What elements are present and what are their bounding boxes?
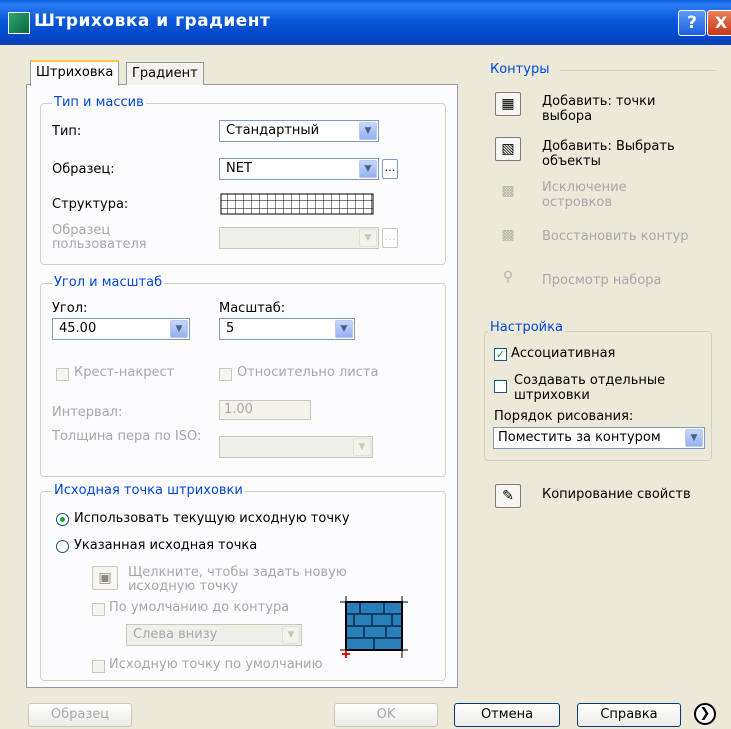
relative-paper-label: Относительно листа xyxy=(237,365,379,380)
spacing-input[interactable]: 1.00 xyxy=(219,400,311,420)
recreate-boundary-icon: ▩ xyxy=(501,227,515,243)
angle-scale-title: Угол и масштаб xyxy=(52,275,165,290)
chevron-down-icon: ▼ xyxy=(359,229,377,247)
specified-origin-label: Указанная исходная точка xyxy=(74,538,258,553)
pattern-combo[interactable]: NET ▼ xyxy=(219,158,379,180)
hatch-swatch-icon xyxy=(219,192,375,216)
recreate-boundary-label: Восстановить контур xyxy=(542,229,689,244)
double-label: Крест-накрест xyxy=(74,365,175,380)
ok-button[interactable]: OK xyxy=(334,703,438,727)
add-pick-points-button[interactable]: ▦ xyxy=(495,92,521,116)
inherit-properties-label: Копирование свойств xyxy=(542,487,691,502)
pattern-label: Образец: xyxy=(52,162,115,177)
type-label: Тип: xyxy=(52,124,82,139)
view-selections-button[interactable]: ⚲ xyxy=(495,266,521,290)
relative-paper-checkbox[interactable] xyxy=(219,368,232,381)
select-objects-icon: ▧ xyxy=(501,141,515,157)
close-button[interactable]: X xyxy=(707,10,731,36)
custom-pattern-label: Образец пользователя xyxy=(52,223,147,252)
origin-title: Исходная точка штриховки xyxy=(52,483,245,498)
chevron-down-icon: ▼ xyxy=(353,438,371,456)
associative-label: Ассоциативная xyxy=(511,346,616,361)
options-title: Настройка xyxy=(488,320,565,335)
draw-order-label: Порядок рисования: xyxy=(494,409,634,424)
store-default-origin-label: Исходную точку по умолчанию xyxy=(109,657,323,672)
remove-islands-icon: ▩ xyxy=(501,183,515,199)
custom-browse-button[interactable]: … xyxy=(382,228,398,248)
help-title-button[interactable]: ? xyxy=(678,10,706,36)
more-options-button[interactable]: ❯ xyxy=(694,703,716,725)
chevron-down-icon[interactable]: ▼ xyxy=(685,429,703,447)
chevron-down-icon[interactable]: ▼ xyxy=(359,160,377,178)
click-set-origin-label: Щелкните, чтобы задать новую исходную то… xyxy=(128,565,347,594)
inherit-properties-icon: ✎ xyxy=(502,488,514,504)
origin-preview xyxy=(340,596,408,658)
chevron-down-icon[interactable]: ▼ xyxy=(335,320,353,338)
boundaries-title: Контуры xyxy=(488,62,552,77)
draw-order-combo[interactable]: Поместить за контуром ▼ xyxy=(493,427,705,449)
structure-label: Структура: xyxy=(52,197,129,212)
remove-islands-label: Исключение островков xyxy=(542,180,627,210)
chevron-down-icon[interactable]: ▼ xyxy=(359,122,377,140)
separate-hatches-label: Создавать отдельные штриховки xyxy=(514,373,666,403)
spacing-label: Интервал: xyxy=(52,405,123,420)
origin-position-combo[interactable]: Слева внизу ▼ xyxy=(126,624,302,646)
use-current-origin-radio[interactable] xyxy=(56,513,69,526)
associative-checkbox[interactable]: ✓ xyxy=(494,348,507,361)
pattern-swatch[interactable] xyxy=(219,192,375,216)
specified-origin-radio[interactable] xyxy=(56,540,69,553)
recreate-boundary-button[interactable]: ▩ xyxy=(495,224,521,248)
add-select-objects-button[interactable]: ▧ xyxy=(495,137,521,161)
magnifier-icon: ⚲ xyxy=(502,269,514,285)
pick-point-icon: ▣ xyxy=(98,570,112,586)
angle-combo[interactable]: 45.00 ▼ xyxy=(52,318,190,340)
view-selections-label: Просмотр набора xyxy=(542,273,662,288)
iso-pen-combo[interactable]: ▼ xyxy=(219,436,373,458)
separate-hatches-checkbox[interactable] xyxy=(494,380,507,393)
default-extents-checkbox[interactable] xyxy=(92,603,105,616)
tab-gradient[interactable]: Градиент xyxy=(126,62,204,85)
boundaries-divider xyxy=(560,70,716,71)
window-title: Штриховка и градиент xyxy=(34,11,271,31)
type-combo[interactable]: Стандартный ▼ xyxy=(219,120,379,142)
chevron-down-icon[interactable]: ▼ xyxy=(170,320,188,338)
remove-islands-button[interactable]: ▩ xyxy=(495,180,521,204)
hatch-icon xyxy=(8,12,30,34)
store-default-origin-checkbox[interactable] xyxy=(92,660,105,673)
add-pick-points-label: Добавить: точки выбора xyxy=(542,94,656,124)
double-checkbox[interactable] xyxy=(56,368,69,381)
use-current-origin-label: Использовать текущую исходную точку xyxy=(74,511,350,526)
chevron-right-icon: ❯ xyxy=(699,706,711,721)
custom-pattern-combo[interactable]: ▼ xyxy=(219,227,379,249)
scale-combo[interactable]: 5 ▼ xyxy=(219,318,355,340)
origin-preview-icon xyxy=(340,596,408,658)
add-select-objects-label: Добавить: Выбрать объекты xyxy=(542,139,675,169)
cancel-button[interactable]: Отмена xyxy=(454,703,560,727)
pattern-browse-button[interactable]: … xyxy=(382,159,398,179)
pick-points-icon: ▦ xyxy=(501,96,515,112)
help-button[interactable]: Справка xyxy=(577,703,681,727)
iso-pen-label: Толщина пера по ISO: xyxy=(52,429,202,444)
inherit-properties-button[interactable]: ✎ xyxy=(495,484,521,508)
scale-label: Масштаб: xyxy=(219,301,286,316)
preview-button[interactable]: Образец xyxy=(28,703,132,727)
angle-label: Угол: xyxy=(52,301,88,316)
chevron-down-icon: ▼ xyxy=(282,626,300,644)
default-extents-label: По умолчанию до контура xyxy=(109,600,290,615)
tab-hatch[interactable]: Штриховка xyxy=(30,60,120,86)
type-pattern-title: Тип и массив xyxy=(52,95,146,110)
click-set-origin-button[interactable]: ▣ xyxy=(92,566,118,590)
